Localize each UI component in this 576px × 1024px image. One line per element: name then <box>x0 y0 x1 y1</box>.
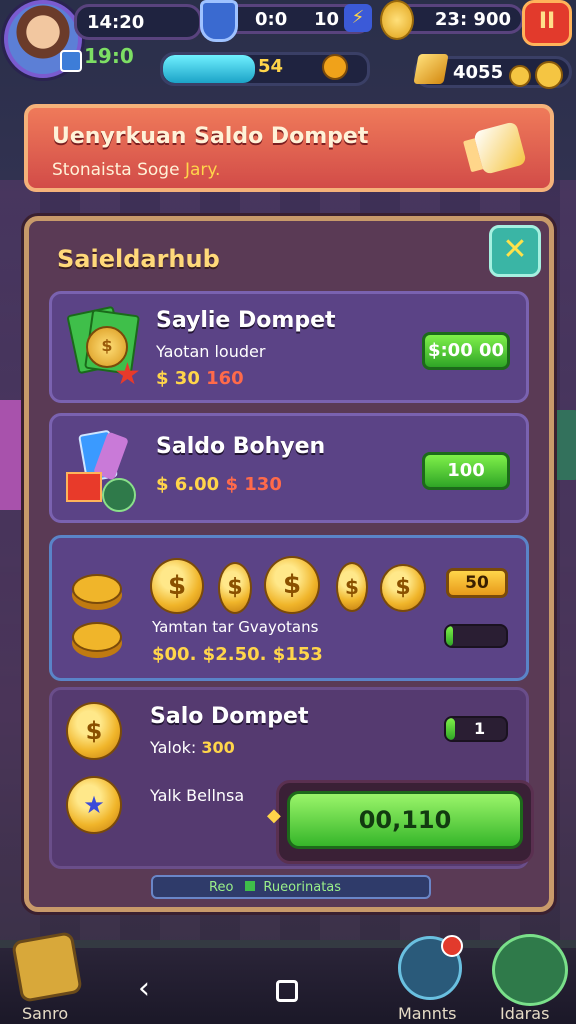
offer-card[interactable]: Saldo Bohyen $ 6.00 $ 130 100 <box>49 413 529 523</box>
offer-price: $ 6.00 $ 130 <box>156 474 282 495</box>
player-avatar[interactable] <box>4 0 82 78</box>
offer-price: $ 30 160 <box>156 368 244 389</box>
level-indicator: 19:0 <box>84 44 134 68</box>
gold-coin-icon <box>380 0 414 40</box>
panel-title: Saieldarhub <box>57 245 220 273</box>
banner-subtitle-text: Stonaista Soge <box>52 160 180 180</box>
wallet-progress-label: 1 <box>474 719 486 738</box>
avatar-badge-icon <box>60 50 82 72</box>
offer-card[interactable]: $ ★ Saylie Dompet Yaotan louder $ 30 160… <box>49 291 529 403</box>
wallet-progress-bar: 1 <box>444 716 508 742</box>
banner-subtitle-highlight: Jary. <box>184 160 221 180</box>
nav-ideas-label[interactable]: Idaras <box>500 1004 549 1023</box>
offer-subtitle: Yaotan louder <box>156 342 266 361</box>
gold-coin-icon: $ <box>150 558 204 614</box>
money-bundle-icon: $ ★ <box>66 305 141 390</box>
offer-title: Saylie Dompet <box>156 308 336 333</box>
offer-subtitle: Yamtan tar Gvayotans <box>152 618 319 636</box>
lightning-bolt-icon[interactable]: ⚡ <box>344 4 372 32</box>
small-coin-icon <box>509 65 531 87</box>
xp-progress-fill <box>163 55 255 83</box>
manuals-icon[interactable] <box>398 935 463 1000</box>
pause-button[interactable]: II <box>522 0 572 46</box>
coin-stack-icon <box>72 574 122 604</box>
gold-coin-icon: $ <box>218 562 252 614</box>
nav-store-label[interactable]: Sanro <box>22 1004 68 1023</box>
coin-amount-tag[interactable]: 50 <box>446 568 508 598</box>
offer-title: Saldo Bohyen <box>156 434 326 459</box>
gold-coin-icon: $ <box>66 702 122 760</box>
footer-left-label: Reo <box>209 879 234 895</box>
offer-price-gold: $ 30 <box>156 368 200 389</box>
ideas-icon[interactable] <box>492 934 568 1006</box>
gold-coin-icon: $ <box>264 556 320 614</box>
coin-stack-icon <box>72 622 122 652</box>
offer-progress-fill <box>446 626 454 646</box>
nav-manuals-label[interactable]: Mannts <box>398 1004 457 1023</box>
card-pack-icon <box>66 428 136 512</box>
close-icon: ✕ <box>502 232 528 267</box>
balance-label: Yalk Bellnsa <box>150 786 245 805</box>
home-square-icon[interactable] <box>276 980 298 1002</box>
offer-price-gold: $ 6.00 <box>156 474 220 495</box>
store-icon[interactable] <box>11 931 83 1003</box>
wallet-card[interactable]: $ ★ Salo Dompet Yalok: 300 1 Yalk Bellns… <box>49 687 534 869</box>
balance-button-frame: ◆ 00,110 <box>267 780 534 864</box>
green-dot-icon <box>245 880 256 891</box>
buy-button[interactable]: 100 <box>422 452 510 490</box>
wallet-subtitle: Yalok: 300 <box>150 738 235 757</box>
star-coin-icon: ★ <box>66 776 122 834</box>
gold-bars-icon <box>413 54 449 84</box>
wallet-gift-icon <box>473 121 527 175</box>
footer-right-label: Rueorinatas <box>263 879 342 895</box>
banner-title: Uenyrkuan Saldo Dompet <box>52 124 369 149</box>
offer-price-red: $ 130 <box>225 474 282 495</box>
coin-balance: 23: 900 <box>434 8 511 30</box>
stat-left: 0:0 <box>255 8 288 30</box>
notification-banner[interactable]: Uenyrkuan Saldo Dompet Stonaista Soge Ja… <box>24 104 554 192</box>
xp-value: 54 <box>258 56 284 77</box>
balance-button[interactable]: 00,110 <box>287 791 523 849</box>
offer-prices: $00. $2.50. $153 <box>152 644 323 665</box>
coins-offer-card[interactable]: $ $ $ $ $ 50 Yamtan tar Gvayotans $00. $… <box>49 535 529 681</box>
back-arrow-icon[interactable]: ‹ <box>138 974 150 1004</box>
buy-button[interactable]: $:00 00 <box>422 332 510 370</box>
panel-footer-bar[interactable]: Reo Rueorinatas <box>151 875 431 899</box>
gold-coin-icon: $ <box>380 564 426 612</box>
offer-price-red: 160 <box>206 368 244 389</box>
gold-coin-icon: $ <box>336 562 368 612</box>
wallet-title: Salo Dompet <box>150 704 309 729</box>
banner-subtitle: Stonaista Soge Jary. <box>52 160 220 180</box>
wallet-panel: Saieldarhub ✕ $ ★ Saylie Dompet Yaotan l… <box>24 216 554 912</box>
wallet-subtitle-value: 300 <box>201 738 235 757</box>
pause-icon: II <box>538 9 556 34</box>
gem-balance: 4055 <box>453 61 504 83</box>
close-button[interactable]: ✕ <box>489 225 541 277</box>
offer-progress-bar <box>444 624 508 648</box>
stat-right: 10 <box>313 8 339 30</box>
add-currency-icon[interactable] <box>535 61 563 89</box>
time-display: 14:20 <box>74 4 202 40</box>
token-icon <box>322 54 348 80</box>
wallet-progress-fill <box>446 718 455 740</box>
arrow-left-icon: ◆ <box>267 805 281 826</box>
shield-icon[interactable] <box>200 0 238 42</box>
time-text: 14:20 <box>87 11 145 33</box>
footer-right: Rueorinatas <box>245 880 351 895</box>
wallet-subtitle-label: Yalok: <box>150 738 202 757</box>
